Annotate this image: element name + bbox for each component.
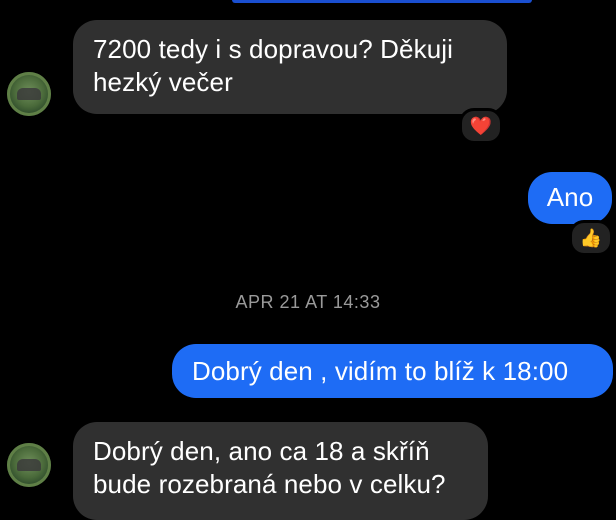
heart-reaction-icon[interactable]: ❤️	[459, 108, 503, 144]
previous-message-edge	[232, 0, 532, 3]
message-line: 7200 tedy i s dopravou? Děkuji	[93, 34, 454, 64]
message-line: hezký večer	[93, 67, 233, 97]
message-line: Dobrý den, ano ca 18 a skříň	[93, 436, 430, 466]
outgoing-message-1[interactable]: Ano	[528, 172, 612, 224]
thumbs-up-reaction-icon[interactable]: 👍	[569, 220, 613, 256]
outgoing-message-2[interactable]: Dobrý den , vidím to blíž k 18:00	[172, 344, 613, 398]
message-line: bude rozebraná nebo v celku?	[93, 469, 446, 499]
contact-avatar[interactable]	[7, 72, 51, 116]
incoming-message-1[interactable]: 7200 tedy i s dopravou? Děkuji hezký več…	[73, 20, 507, 114]
timestamp-divider: APR 21 AT 14:33	[235, 292, 381, 312]
incoming-message-2[interactable]: Dobrý den, ano ca 18 a skříň bude rozebr…	[73, 422, 488, 520]
contact-avatar[interactable]	[7, 443, 51, 487]
message-text: Ano	[546, 182, 594, 212]
message-text: Dobrý den , vidím to blíž k 18:00	[192, 356, 569, 386]
